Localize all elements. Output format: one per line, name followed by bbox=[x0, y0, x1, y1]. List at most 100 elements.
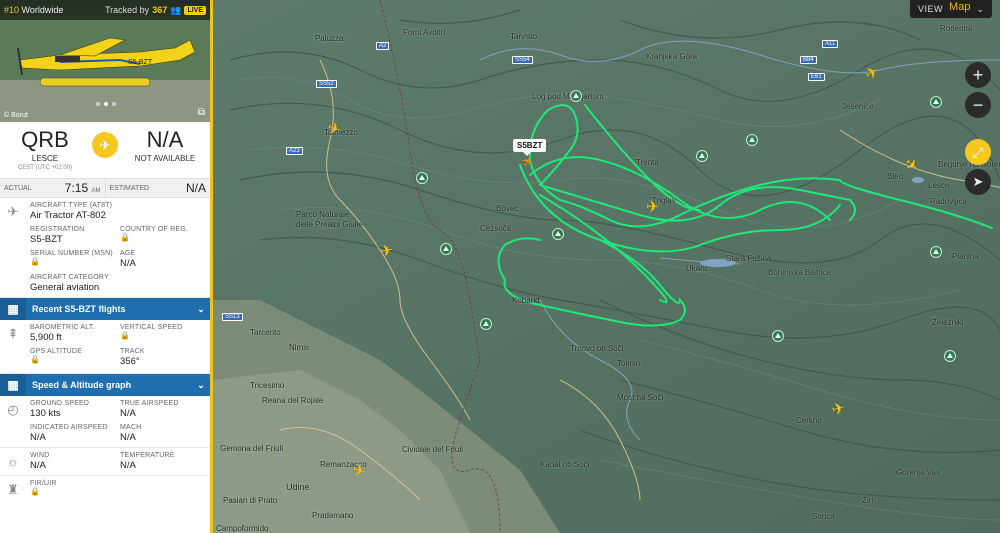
speed-altitude-graph-toggle[interactable]: ▦ Speed & Altitude graph ⌄ bbox=[0, 374, 210, 396]
origin-timezone: CEST (UTC +02:00) bbox=[17, 165, 73, 171]
origin-airport[interactable]: QRB LESCE CEST (UTC +02:00) bbox=[0, 127, 90, 172]
registration-value[interactable]: S5-BZT bbox=[30, 234, 120, 245]
view-label: VIEW bbox=[918, 4, 944, 14]
actual-time: ACTUAL 7:15 AM bbox=[0, 179, 105, 197]
road-badge: SS54 bbox=[512, 56, 533, 64]
place-label: Most na Soči bbox=[617, 393, 664, 402]
actual-time-value: 7:15 bbox=[64, 181, 89, 195]
altitude-icon: ⇞ bbox=[7, 326, 19, 341]
pager-dot[interactable] bbox=[112, 102, 116, 106]
place-label: Radovljica bbox=[930, 197, 967, 206]
route-summary: QRB LESCE CEST (UTC +02:00) ✈ N/A NOT AV… bbox=[0, 122, 210, 178]
lock-icon: 🔒 bbox=[30, 355, 40, 364]
true-airspeed-label: TRUE AIRSPEED bbox=[120, 400, 179, 407]
place-label: Forni Avoltri bbox=[403, 28, 446, 37]
airplane-icon: ✈ bbox=[92, 132, 118, 158]
aircraft-icon[interactable]: ✈ bbox=[646, 200, 659, 216]
altitude-info: ⇞ BAROMETRIC ALT. 5,900 ft VERTICAL SPEE… bbox=[0, 320, 210, 374]
chevron-down-icon: ⌄ bbox=[197, 303, 205, 314]
mountain-peak-icon[interactable] bbox=[570, 90, 582, 102]
locate-button[interactable]: ➤ bbox=[965, 169, 991, 195]
place-label: Bohinjska Bistrica bbox=[768, 268, 832, 277]
speed-info: ◴ GROUND SPEED 130 kts TRUE AIRSPEED N/A… bbox=[0, 396, 210, 448]
calendar-grid-icon: ▦ bbox=[0, 298, 26, 320]
mountain-peak-icon[interactable] bbox=[930, 96, 942, 108]
place-label: Sorica bbox=[812, 512, 835, 521]
place-label: Bovec bbox=[496, 204, 519, 213]
recent-flights-toggle[interactable]: ▦ Recent S5-BZT flights ⌄ bbox=[0, 298, 210, 320]
estimated-value: N/A bbox=[185, 181, 206, 195]
aircraft-photo[interactable]: S5-BZT #10 Worldwide Tracked by 367 👥 LI… bbox=[0, 0, 210, 122]
mountain-peak-icon[interactable] bbox=[696, 150, 708, 162]
pager-dot[interactable] bbox=[96, 102, 100, 106]
fir-label: FIR/UIR bbox=[30, 480, 57, 487]
category-label: AIRCRAFT CATEGORY bbox=[30, 274, 109, 281]
baro-alt-label: BAROMETRIC ALT. bbox=[30, 324, 95, 331]
place-label: Planina bbox=[952, 252, 979, 261]
destination-airport: N/A NOT AVAILABLE bbox=[120, 128, 210, 164]
indicated-airspeed-label: INDICATED AIRSPEED bbox=[30, 424, 108, 431]
chevron-down-icon: ⌄ bbox=[197, 379, 205, 390]
mach-value: N/A bbox=[120, 432, 136, 443]
tracked-number: 367 bbox=[152, 5, 168, 15]
place-label: Log pod Mangartom bbox=[532, 92, 604, 101]
callsign-label[interactable]: S5BZT bbox=[513, 139, 547, 156]
tower-icon: ♜ bbox=[7, 482, 19, 497]
lock-icon: 🔒 bbox=[120, 331, 130, 340]
graph-icon: ▦ bbox=[0, 374, 26, 396]
ground-speed-label: GROUND SPEED bbox=[30, 400, 90, 407]
mountain-peak-icon[interactable] bbox=[746, 134, 758, 146]
place-label: Parco Naturale delle Prealpi Giulie bbox=[296, 210, 363, 229]
mountain-peak-icon[interactable] bbox=[480, 318, 492, 330]
fullscreen-button[interactable]: ⤢ bbox=[965, 139, 991, 165]
flight-info-panel: S5-BZT #10 Worldwide Tracked by 367 👥 LI… bbox=[0, 0, 213, 533]
place-label: Tricesimo bbox=[250, 381, 285, 390]
ground-speed-value: 130 kts bbox=[30, 408, 61, 419]
mountain-peak-icon[interactable] bbox=[440, 243, 452, 255]
place-label: Tarvisio bbox=[510, 32, 538, 41]
mountain-peak-icon[interactable] bbox=[552, 228, 564, 240]
photo-topbar: #10 Worldwide Tracked by 367 👥 LIVE bbox=[0, 0, 210, 20]
country-label: COUNTRY OF REG. bbox=[120, 226, 189, 233]
view-mode-toggle[interactable]: VIEW Map ⌄ bbox=[910, 0, 992, 18]
true-airspeed-value: N/A bbox=[120, 408, 136, 419]
pager-dot[interactable] bbox=[104, 102, 108, 106]
mountain-peak-icon[interactable] bbox=[944, 350, 956, 362]
rank-number: #10 bbox=[4, 5, 20, 15]
place-label: Jesenice bbox=[842, 102, 874, 111]
rank-suffix: Worldwide bbox=[21, 5, 64, 15]
tracked-prefix: Tracked by bbox=[105, 5, 150, 15]
place-label: Gemona del Friuli bbox=[220, 444, 284, 453]
view-value: Map bbox=[949, 1, 971, 13]
road-badge: A2 bbox=[376, 42, 390, 50]
mountain-peak-icon[interactable] bbox=[416, 172, 428, 184]
origin-code: QRB bbox=[21, 127, 69, 152]
mach-label: MACH bbox=[120, 424, 142, 431]
aircraft-type-value[interactable]: Air Tractor AT-802 bbox=[30, 210, 210, 221]
destination-name: NOT AVAILABLE bbox=[134, 154, 196, 163]
aircraft-icon[interactable]: ✈ bbox=[379, 242, 395, 261]
weather-info: ☼ WIND N/A TEMPERATURE N/A bbox=[0, 448, 210, 476]
road-badge: SS52 bbox=[316, 80, 337, 88]
actual-label: ACTUAL bbox=[4, 184, 32, 192]
wind-label: WIND bbox=[30, 452, 50, 459]
temperature-value: N/A bbox=[120, 460, 136, 471]
road-badge: A11 bbox=[822, 40, 839, 48]
registration-label: REGISTRATION bbox=[30, 226, 85, 233]
place-label: Lesce bbox=[928, 181, 950, 190]
zoom-out-button[interactable]: − bbox=[965, 92, 991, 118]
mountain-peak-icon[interactable] bbox=[930, 246, 942, 258]
zoom-in-button[interactable]: + bbox=[965, 62, 991, 88]
place-label: Paluzza bbox=[315, 34, 344, 43]
mountain-peak-icon[interactable] bbox=[772, 330, 784, 342]
place-label: Trenta bbox=[636, 158, 659, 167]
photo-pager[interactable] bbox=[96, 102, 116, 106]
lock-icon: 🔒 bbox=[30, 487, 40, 496]
gps-alt-label: GPS ALTITUDE bbox=[30, 348, 83, 355]
external-link-icon[interactable]: ⧉ bbox=[198, 107, 205, 118]
tracked-count: Tracked by 367 👥 LIVE bbox=[105, 5, 206, 16]
actual-value: 7:15 AM bbox=[65, 181, 101, 195]
airplane-icon: ✈ bbox=[7, 204, 19, 219]
place-label: Stara Fužina bbox=[726, 254, 772, 263]
baro-alt-value: 5,900 ft bbox=[30, 332, 62, 343]
